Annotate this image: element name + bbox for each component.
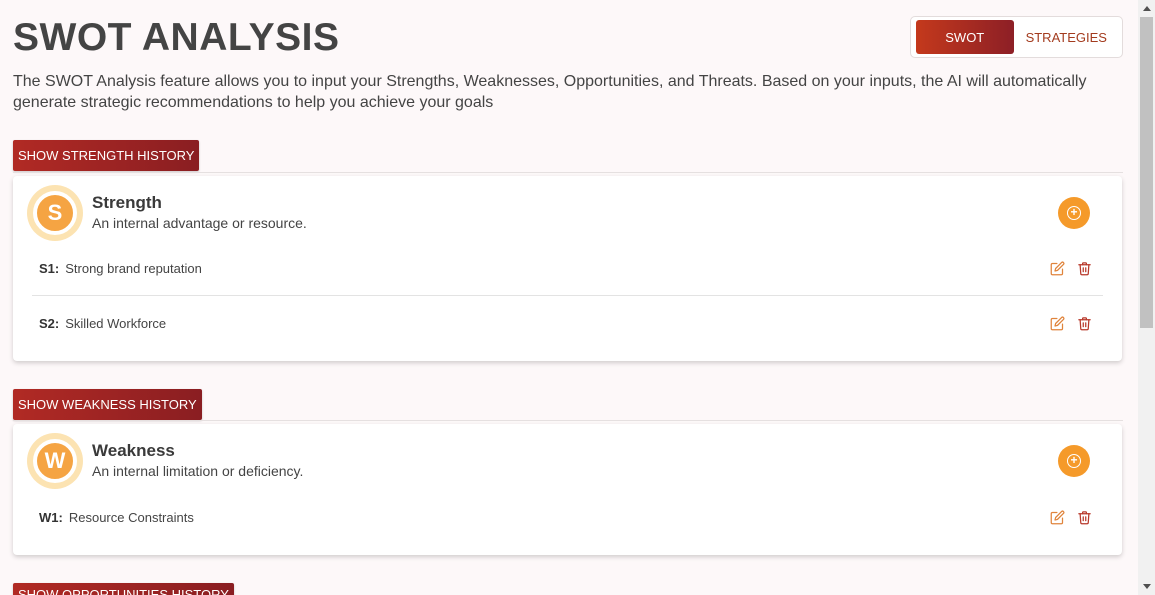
page-title: SWOT ANALYSIS bbox=[13, 16, 340, 59]
strength-item: S2: Skilled Workforce bbox=[32, 296, 1103, 350]
add-weakness-button[interactable]: + bbox=[1058, 445, 1090, 477]
weakness-badge: W bbox=[27, 433, 83, 489]
item-actions bbox=[1050, 261, 1092, 276]
section-divider bbox=[13, 420, 1123, 421]
item-text: Strong brand reputation bbox=[65, 261, 202, 276]
weakness-title: Weakness bbox=[92, 441, 175, 460]
scroll-down-icon[interactable] bbox=[1138, 578, 1155, 595]
item-code: S1: bbox=[39, 261, 60, 276]
show-opportunities-history-button[interactable]: SHOW OPPORTUNITIES HISTORY bbox=[13, 583, 234, 595]
trash-icon[interactable] bbox=[1077, 316, 1092, 331]
add-strength-button[interactable]: + bbox=[1058, 197, 1090, 229]
weakness-card: W Weakness An internal limitation or def… bbox=[13, 424, 1122, 555]
swot-page: SWOT ANALYSIS The SWOT Analysis feature … bbox=[0, 0, 1138, 595]
trash-icon[interactable] bbox=[1077, 510, 1092, 525]
section-divider bbox=[13, 172, 1123, 173]
show-strength-history-button[interactable]: SHOW STRENGTH HISTORY bbox=[13, 140, 200, 171]
scrollbar-thumb[interactable] bbox=[1140, 17, 1153, 328]
strength-badge-letter: S bbox=[33, 191, 77, 235]
plus-circle-icon: + bbox=[1067, 454, 1081, 468]
item-text: Skilled Workforce bbox=[65, 315, 167, 331]
strength-card: S Strength An internal advantage or reso… bbox=[13, 176, 1122, 361]
item-code: W1: bbox=[39, 509, 63, 525]
view-toggle: SWOT STRATEGIES bbox=[910, 16, 1123, 58]
edit-icon[interactable] bbox=[1050, 261, 1065, 276]
weakness-badge-letter: W bbox=[33, 439, 77, 483]
show-weakness-history-button[interactable]: SHOW WEAKNESS HISTORY bbox=[13, 389, 202, 420]
item-actions bbox=[1050, 316, 1092, 331]
strength-subtitle: An internal advantage or resource. bbox=[92, 215, 307, 231]
item-code: S2: bbox=[39, 315, 60, 331]
weakness-item: W1: Resource Constraints bbox=[32, 490, 1103, 544]
edit-icon[interactable] bbox=[1050, 316, 1065, 331]
plus-circle-icon: + bbox=[1067, 206, 1081, 220]
page-description: The SWOT Analysis feature allows you to … bbox=[13, 73, 1087, 111]
weakness-subtitle: An internal limitation or deficiency. bbox=[92, 463, 304, 479]
item-actions bbox=[1050, 510, 1092, 525]
vertical-scrollbar[interactable] bbox=[1138, 0, 1155, 595]
strength-title: Strength bbox=[92, 193, 162, 212]
item-text: Resource Constraints bbox=[68, 509, 194, 525]
scroll-up-icon[interactable] bbox=[1138, 0, 1155, 17]
tab-strategies[interactable]: STRATEGIES bbox=[1014, 20, 1119, 54]
strength-item: S1: Strong brand reputation bbox=[32, 242, 1103, 296]
tab-swot[interactable]: SWOT bbox=[916, 20, 1014, 54]
trash-icon[interactable] bbox=[1077, 261, 1092, 276]
edit-icon[interactable] bbox=[1050, 510, 1065, 525]
strength-badge: S bbox=[27, 185, 83, 241]
